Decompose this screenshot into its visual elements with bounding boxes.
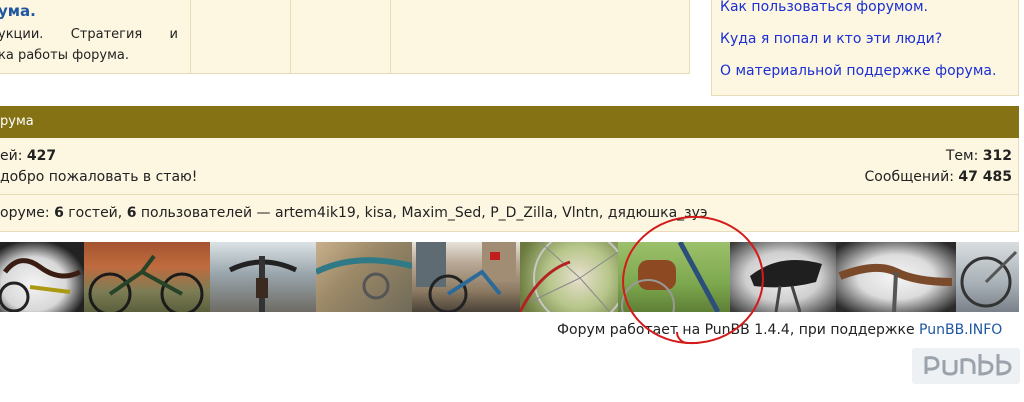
punbb-logo-graphic (924, 354, 1012, 376)
red-annotation-tail (676, 332, 698, 344)
topics-count-line: Тем: 312 (946, 148, 1012, 164)
help-link-how-to-use[interactable]: Как пользоваться форумом. (720, 0, 928, 15)
posts-label: Сообщений: (864, 169, 954, 185)
guests-count: 6 (54, 205, 64, 221)
posts-value: 47 485 (958, 169, 1012, 185)
users-count-line: ей: 427 (0, 148, 56, 164)
punbb-info-link[interactable]: PunBB.INFO (919, 322, 1002, 338)
bike-photo (412, 242, 520, 312)
forum-desc-word: укции. (0, 27, 44, 42)
forum-title-link[interactable]: ума. (0, 2, 36, 20)
bike-photo (836, 242, 956, 312)
footer-text: Форум работает на PunBB 1.4.4, при подде… (557, 322, 915, 338)
bike-photo (210, 242, 316, 312)
posts-cell (290, 0, 390, 74)
help-link-who-are-these-people[interactable]: Куда я попал и кто эти люди? (720, 31, 942, 47)
users-value: 427 (26, 148, 57, 164)
forum-desc-line: ка работы форума. (0, 48, 130, 63)
bike-photo (316, 242, 412, 312)
help-link-support[interactable]: О материальной поддержке форума. (720, 63, 996, 79)
stats-body: ей: 427 добро пожаловать в стаю! Тем: 31… (0, 138, 1019, 194)
stats-header-title: рума (0, 114, 34, 129)
bike-photo (84, 242, 210, 312)
bike-photo (956, 242, 1019, 312)
forum-desc-word: и (169, 27, 178, 42)
online-users-list[interactable]: artem4ik19, kisa, Maxim_Sed, P_D_Zilla, … (275, 205, 708, 221)
bicycle-photo-strip (0, 242, 1019, 312)
users-label: ей: (0, 148, 23, 164)
topics-value: 312 (982, 148, 1012, 164)
online-users-row: оруме: 6 гостей, 6 пользователей — artem… (0, 194, 1019, 232)
punbb-logo[interactable] (912, 348, 1020, 384)
last-post-cell (390, 0, 690, 74)
online-prefix: оруме: (0, 205, 50, 221)
posts-count-line: Сообщений: 47 485 (865, 169, 1012, 185)
forum-row: ума. укции. Стратегия и ка работы форума… (0, 0, 690, 74)
forum-description: укции. Стратегия и ка работы форума. (0, 24, 178, 66)
online-users-label: пользователей — (140, 205, 271, 221)
topics-cell (190, 0, 290, 74)
bike-photo (0, 242, 84, 312)
stats-header: рума (0, 106, 1019, 138)
bike-photo (730, 242, 836, 312)
topics-label: Тем: (945, 148, 979, 164)
bike-photo (520, 242, 618, 312)
online-users-count: 6 (126, 205, 137, 221)
help-box: Как пользоваться форумом. Куда я попал и… (711, 0, 1019, 96)
bike-photo-highlighted (618, 242, 730, 312)
footer-powered-by: Форум работает на PunBB 1.4.4, при подде… (557, 322, 1002, 338)
guests-label: гостей, (68, 205, 123, 221)
forum-desc-word: Стратегия (70, 27, 143, 42)
welcome-line: добро пожаловать в стаю! (0, 169, 198, 185)
